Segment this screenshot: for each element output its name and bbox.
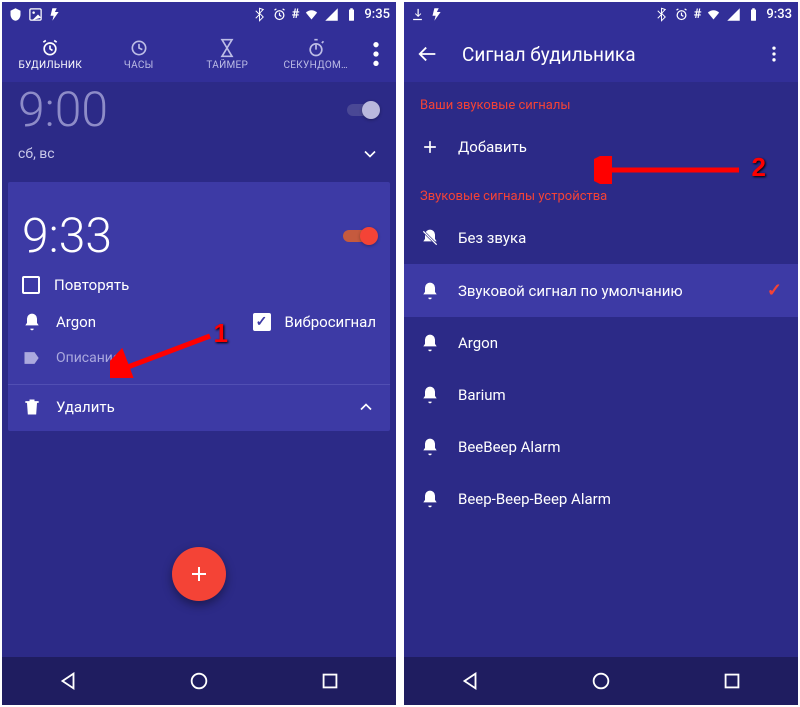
vibrate-row[interactable]: Вибросигнал [253, 313, 376, 331]
repeat-label: Повторять [54, 276, 129, 294]
bell-icon [420, 281, 440, 301]
phone-left: # 9:35 БУДИЛЬНИК ЧАСЫ ТАЙМЕР СЕКУНДОМ… [2, 2, 396, 705]
delete-button[interactable]: Удалить [22, 397, 115, 417]
alarm-icon [272, 7, 287, 22]
sound-label-2: Argon [458, 334, 498, 352]
label-icon [22, 348, 42, 368]
check-icon: ✓ [767, 280, 782, 301]
sound-row[interactable]: Argon [22, 312, 96, 332]
battery-icon [344, 7, 359, 22]
divider [8, 384, 390, 385]
repeat-row[interactable]: Повторять [22, 276, 376, 294]
bell-icon [22, 312, 42, 332]
wifi-icon [304, 7, 319, 22]
menu-more[interactable] [360, 38, 392, 70]
sound-label: Argon [56, 313, 96, 331]
bell-icon [420, 385, 440, 405]
wifi-icon [706, 7, 721, 22]
download-icon [410, 7, 425, 22]
tab-stopwatch[interactable]: СЕКУНДОМ… [272, 38, 361, 71]
sound-item-silent[interactable]: Без звука [404, 212, 798, 264]
alarm-collapsed[interactable]: 9:00 сб, вс [2, 82, 396, 174]
nav-back[interactable] [57, 670, 79, 692]
alarm-days-1: сб, вс [18, 146, 55, 162]
delete-label: Удалить [56, 398, 115, 416]
bluetooth-icon [654, 7, 669, 22]
alarm-toggle-2[interactable] [340, 226, 376, 246]
alarm-icon [674, 7, 689, 22]
flash-icon [430, 7, 445, 22]
nav-recent[interactable] [319, 670, 341, 692]
sound-item-beebeep[interactable]: BeeBeep Alarm [404, 421, 798, 473]
tab-alarm[interactable]: БУДИЛЬНИК [6, 38, 95, 71]
status-time: 9:35 [364, 7, 390, 22]
status-time-r: 9:33 [766, 7, 792, 22]
tab-clock-label: ЧАСЫ [124, 60, 154, 71]
bell-icon [420, 437, 440, 457]
bell-icon [420, 489, 440, 509]
sound-label-0: Без звука [458, 229, 526, 247]
sound-item-barium[interactable]: Barium [404, 369, 798, 421]
sound-item-beepbeepbeep[interactable]: Beep-Beep-Beep Alarm [404, 473, 798, 525]
nav-home[interactable] [590, 670, 612, 692]
tab-alarm-label: БУДИЛЬНИК [18, 60, 82, 71]
shield-icon [8, 7, 23, 22]
nav-bar-r [404, 657, 798, 705]
add-label: Добавить [458, 138, 527, 156]
sound-label-5: Beep-Beep-Beep Alarm [458, 490, 611, 508]
bell-off-icon [420, 228, 440, 248]
bluetooth-icon [252, 7, 267, 22]
annotation-arrow-2: 2 [594, 156, 744, 184]
page-title: Сигнал будильника [462, 43, 744, 66]
tab-timer-label: ТАЙМЕР [206, 60, 248, 71]
repeat-checkbox[interactable] [22, 276, 40, 294]
tab-stopwatch-label: СЕКУНДОМ… [283, 60, 348, 71]
annotation-num-2: 2 [752, 152, 766, 183]
tab-clock[interactable]: ЧАСЫ [95, 38, 184, 71]
sound-label-4: BeeBeep Alarm [458, 438, 560, 456]
hash-icon: # [292, 7, 300, 22]
alarm-time-2[interactable]: 9:33 [22, 212, 112, 260]
tab-timer[interactable]: ТАЙМЕР [183, 38, 272, 71]
trash-icon [22, 397, 42, 417]
vibrate-checkbox[interactable] [253, 313, 271, 331]
signal-icon [324, 7, 339, 22]
annotation-arrow-1: 1 [110, 328, 220, 378]
fab-add-alarm[interactable] [172, 547, 226, 601]
menu-more-r[interactable] [758, 34, 790, 74]
plus-icon [420, 137, 440, 157]
flash-icon [48, 7, 63, 22]
image-icon [28, 7, 43, 22]
nav-back[interactable] [459, 670, 481, 692]
tab-bar: БУДИЛЬНИК ЧАСЫ ТАЙМЕР СЕКУНДОМ… [2, 26, 396, 82]
battery-icon [746, 7, 761, 22]
sound-label-3: Barium [458, 386, 506, 404]
sound-item-default[interactable]: Звуковой сигнал по умолчанию ✓ [404, 264, 798, 317]
status-bar: # 9:35 [2, 2, 396, 26]
nav-recent[interactable] [721, 670, 743, 692]
section-user-sounds: Ваши звуковые сигналы [404, 82, 798, 121]
phone-right: # 9:33 Сигнал будильника Ваши звуковые с… [404, 2, 798, 705]
signal-icon [726, 7, 741, 22]
status-bar-r: # 9:33 [404, 2, 798, 26]
nav-home[interactable] [188, 670, 210, 692]
alarm-toggle-1[interactable] [344, 100, 380, 120]
vibrate-label: Вибросигнал [285, 313, 376, 331]
chevron-down-icon[interactable] [360, 144, 380, 164]
sound-label-1: Звуковой сигнал по умолчанию [458, 282, 683, 300]
alarm-time-1[interactable]: 9:00 [18, 86, 108, 134]
bell-icon [420, 333, 440, 353]
app-bar: Сигнал будильника [404, 26, 798, 82]
chevron-up-icon[interactable] [356, 397, 376, 417]
nav-bar [2, 657, 396, 705]
sound-item-argon[interactable]: Argon [404, 317, 798, 369]
hash-icon: # [694, 7, 702, 22]
annotation-num-1: 1 [214, 318, 228, 349]
back-button[interactable] [408, 34, 448, 74]
alarm-expanded: 9:33 Повторять Argon Вибросигнал [8, 182, 390, 431]
